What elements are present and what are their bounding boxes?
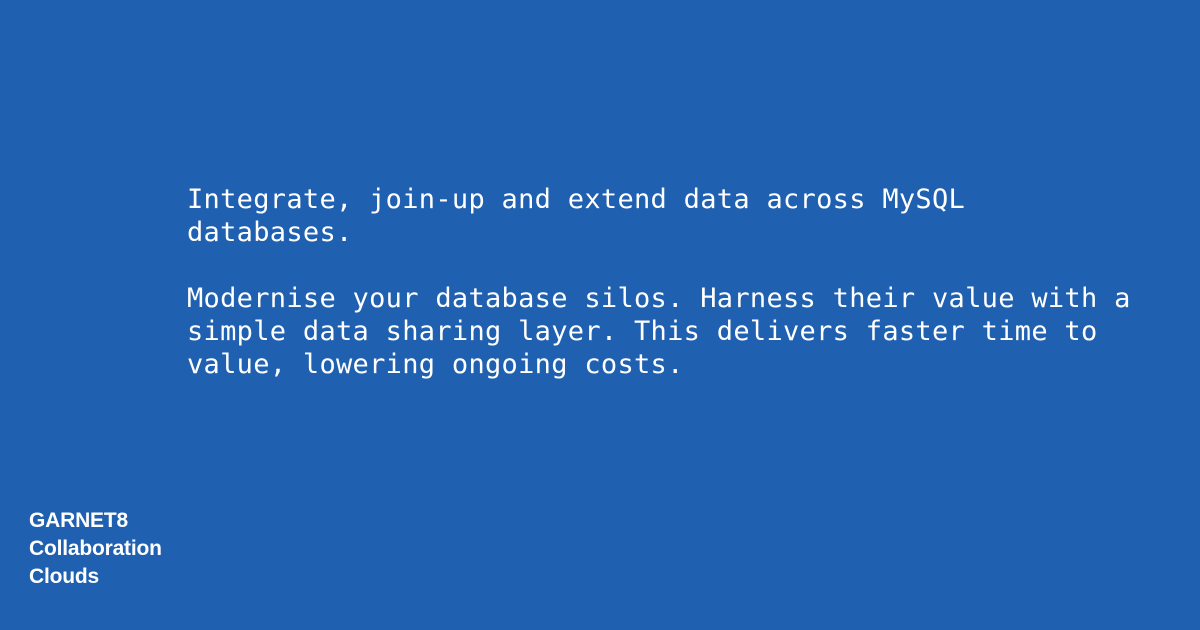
social-card: { "headline": "Integrate, join-up and ex…: [0, 0, 1200, 630]
brand-name-line-3: Clouds: [29, 565, 99, 588]
card-text-block: Integrate, join-up and extend data acros…: [187, 183, 1147, 381]
brand-logo: GARNET8 Collaboration Clouds: [29, 507, 162, 591]
headline-text: Integrate, join-up and extend data acros…: [187, 184, 966, 248]
brand-name-line-2: Collaboration: [29, 537, 162, 560]
description-text: Modernise your database silos. Harness t…: [187, 283, 1131, 380]
brand-name-line-1: GARNET8: [29, 509, 128, 532]
